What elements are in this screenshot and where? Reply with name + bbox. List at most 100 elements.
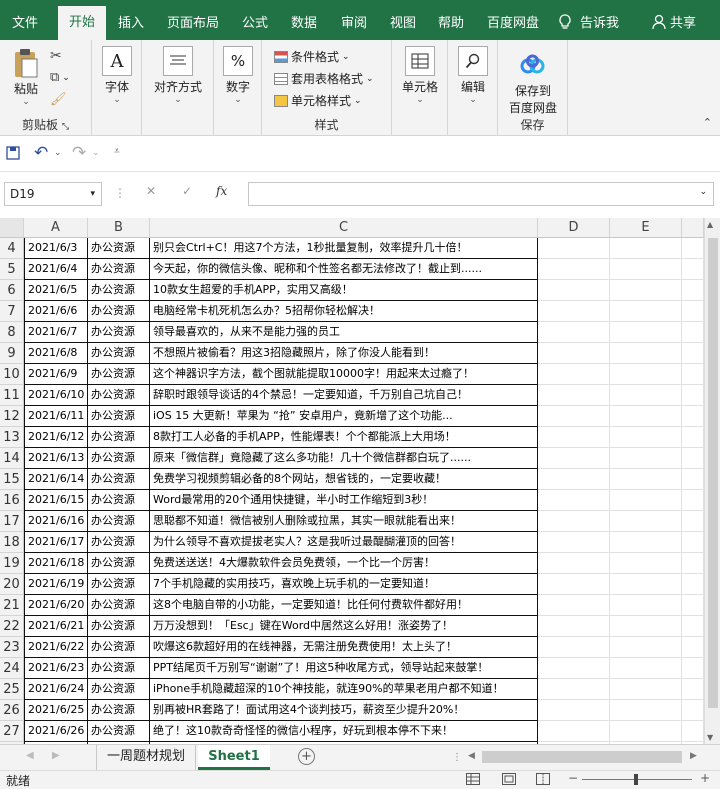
row-header[interactable]: 9 bbox=[0, 343, 24, 364]
cell-category[interactable]: 办公资源 bbox=[88, 574, 150, 595]
cell-category[interactable]: 办公资源 bbox=[88, 679, 150, 700]
name-box[interactable]: D19 ▾ bbox=[4, 182, 102, 206]
row-header[interactable]: 26 bbox=[0, 700, 24, 721]
cell-date[interactable]: 2021/6/7 bbox=[24, 322, 88, 343]
cell-empty[interactable] bbox=[538, 385, 610, 406]
row-header[interactable]: 13 bbox=[0, 427, 24, 448]
hscroll-right-icon[interactable]: ▶ bbox=[690, 751, 697, 761]
cell-empty[interactable] bbox=[682, 637, 704, 658]
column-header-a[interactable]: A bbox=[24, 218, 88, 238]
cell-empty[interactable] bbox=[610, 280, 682, 301]
row-header[interactable]: 23 bbox=[0, 637, 24, 658]
cell-date[interactable]: 2021/6/6 bbox=[24, 301, 88, 322]
tab-formulas[interactable]: 公式 bbox=[242, 0, 268, 40]
cell-empty[interactable] bbox=[682, 532, 704, 553]
cell-category[interactable]: 办公资源 bbox=[88, 385, 150, 406]
cell-date[interactable]: 2021/6/8 bbox=[24, 343, 88, 364]
row-header[interactable]: 15 bbox=[0, 469, 24, 490]
cell-empty[interactable] bbox=[682, 448, 704, 469]
cell-empty[interactable] bbox=[610, 637, 682, 658]
copy-button[interactable]: ⧉ ⌄ bbox=[50, 70, 70, 85]
cell-empty[interactable] bbox=[610, 259, 682, 280]
spreadsheet-grid[interactable]: A B C D E 4 2021/6/3 办公资源 别只会Ctrl+C！用这7个方法，… bbox=[0, 218, 704, 744]
cell-title[interactable]: PPT结尾页千万别写“谢谢”了！用这5种收尾方式，领导站起来鼓掌！ bbox=[150, 658, 538, 679]
scroll-thumb[interactable] bbox=[708, 238, 718, 708]
cell-empty[interactable] bbox=[682, 301, 704, 322]
cell-empty[interactable] bbox=[610, 658, 682, 679]
cell-empty[interactable] bbox=[682, 553, 704, 574]
cell-title[interactable]: 电脑经常卡机死机怎么办？5招帮你轻松解决！ bbox=[150, 301, 538, 322]
cell-empty[interactable] bbox=[538, 469, 610, 490]
cell-category[interactable]: 办公资源 bbox=[88, 448, 150, 469]
cell-title[interactable]: 辞职时跟领导谈话的4个禁忌！一定要知道，千万别自己坑自己！ bbox=[150, 385, 538, 406]
cell-title[interactable]: 别再被HR套路了！面试用这4个谈判技巧，薪资至少提升20%！ bbox=[150, 700, 538, 721]
hscroll-left-icon[interactable]: ◀ bbox=[468, 751, 475, 761]
cell-empty[interactable] bbox=[682, 280, 704, 301]
row-header[interactable]: 22 bbox=[0, 616, 24, 637]
cell-empty[interactable] bbox=[538, 574, 610, 595]
cell-styles-button[interactable]: 单元格样式 ⌄ bbox=[274, 92, 362, 109]
cell-empty[interactable] bbox=[682, 616, 704, 637]
cell-empty[interactable] bbox=[538, 448, 610, 469]
row-header[interactable]: 8 bbox=[0, 322, 24, 343]
cell-empty[interactable] bbox=[538, 406, 610, 427]
enter-icon[interactable]: ✓ bbox=[182, 184, 192, 198]
cell-date[interactable]: 2021/6/16 bbox=[24, 511, 88, 532]
cell-title[interactable]: 原来「微信群」竟隐藏了这么多功能！几十个微信群都白玩了...... bbox=[150, 448, 538, 469]
cell-date[interactable]: 2021/6/3 bbox=[24, 238, 88, 259]
format-painter-button[interactable]: 🖌 bbox=[50, 92, 67, 107]
undo-dropdown-icon[interactable]: ⌄ bbox=[54, 148, 62, 158]
row-header[interactable]: 18 bbox=[0, 532, 24, 553]
cell-empty[interactable] bbox=[682, 511, 704, 532]
cell-title[interactable]: 这个神器识字方法，截个图就能提取10000字！用起来太过瘾了！ bbox=[150, 364, 538, 385]
cell-empty[interactable] bbox=[538, 301, 610, 322]
cell-empty[interactable] bbox=[610, 595, 682, 616]
select-all-corner[interactable] bbox=[0, 218, 24, 238]
cell-empty[interactable] bbox=[682, 259, 704, 280]
cell-category[interactable]: 办公资源 bbox=[88, 280, 150, 301]
cell-empty[interactable] bbox=[538, 322, 610, 343]
cell-category[interactable]: 办公资源 bbox=[88, 301, 150, 322]
zoom-out-icon[interactable]: − bbox=[568, 771, 578, 785]
sheet-tab-weekly-plan[interactable]: 一周题材规划 bbox=[96, 745, 196, 770]
expand-formula-icon[interactable]: ⌄ bbox=[699, 187, 707, 197]
tab-view[interactable]: 视图 bbox=[390, 0, 416, 40]
cell-category[interactable]: 办公资源 bbox=[88, 700, 150, 721]
cell-empty[interactable] bbox=[538, 595, 610, 616]
cell-empty[interactable] bbox=[610, 343, 682, 364]
cell-title[interactable]: 为什么领导不喜欢提拔老实人？这是我听过最醍醐灌顶的回答！ bbox=[150, 532, 538, 553]
cell-empty[interactable] bbox=[538, 427, 610, 448]
page-break-view-icon[interactable] bbox=[536, 773, 550, 788]
row-header[interactable]: 14 bbox=[0, 448, 24, 469]
insert-function-icon[interactable]: fx bbox=[216, 184, 227, 198]
cell-empty[interactable] bbox=[610, 448, 682, 469]
cell-date[interactable]: 2021/6/17 bbox=[24, 532, 88, 553]
cell-title[interactable]: 7个手机隐藏的实用技巧，喜欢晚上玩手机的一定要知道！ bbox=[150, 574, 538, 595]
cell-title[interactable]: iOS 15 大更新！苹果为 “抢” 安卓用户，竟新增了这个功能... bbox=[150, 406, 538, 427]
cell-date[interactable]: 2021/6/4 bbox=[24, 259, 88, 280]
cell-empty[interactable] bbox=[538, 553, 610, 574]
cell-empty[interactable] bbox=[538, 238, 610, 259]
cell-category[interactable]: 办公资源 bbox=[88, 259, 150, 280]
cell-title[interactable]: 万万没想到！「Esc」键在Word中居然这么好用！涨姿势了！ bbox=[150, 616, 538, 637]
column-header-f[interactable] bbox=[682, 218, 704, 238]
page-layout-view-icon[interactable] bbox=[502, 773, 516, 788]
share-button[interactable]: 共享 bbox=[652, 0, 696, 40]
column-header-e[interactable]: E bbox=[610, 218, 682, 238]
cell-empty[interactable] bbox=[682, 574, 704, 595]
cell-category[interactable]: 办公资源 bbox=[88, 469, 150, 490]
cell-date[interactable]: 2021/6/5 bbox=[24, 280, 88, 301]
row-header[interactable]: 6 bbox=[0, 280, 24, 301]
cell-title[interactable]: iPhone手机隐藏超深的10个神技能，就连90%的苹果老用户都不知道！ bbox=[150, 679, 538, 700]
tab-file[interactable]: 文件 bbox=[12, 0, 38, 40]
cell-date[interactable]: 2021/6/15 bbox=[24, 490, 88, 511]
number-button[interactable]: % 数字 ⌄ bbox=[221, 46, 255, 105]
cell-category[interactable]: 办公资源 bbox=[88, 406, 150, 427]
row-header[interactable]: 27 bbox=[0, 721, 24, 742]
row-header[interactable]: 25 bbox=[0, 679, 24, 700]
cells-button[interactable]: 单元格 ⌄ bbox=[396, 46, 444, 105]
cell-empty[interactable] bbox=[610, 490, 682, 511]
cell-title[interactable]: 8款打工人必备的手机APP，性能爆表！个个都能派上大用场！ bbox=[150, 427, 538, 448]
cell-empty[interactable] bbox=[610, 574, 682, 595]
cell-date[interactable]: 2021/6/14 bbox=[24, 469, 88, 490]
